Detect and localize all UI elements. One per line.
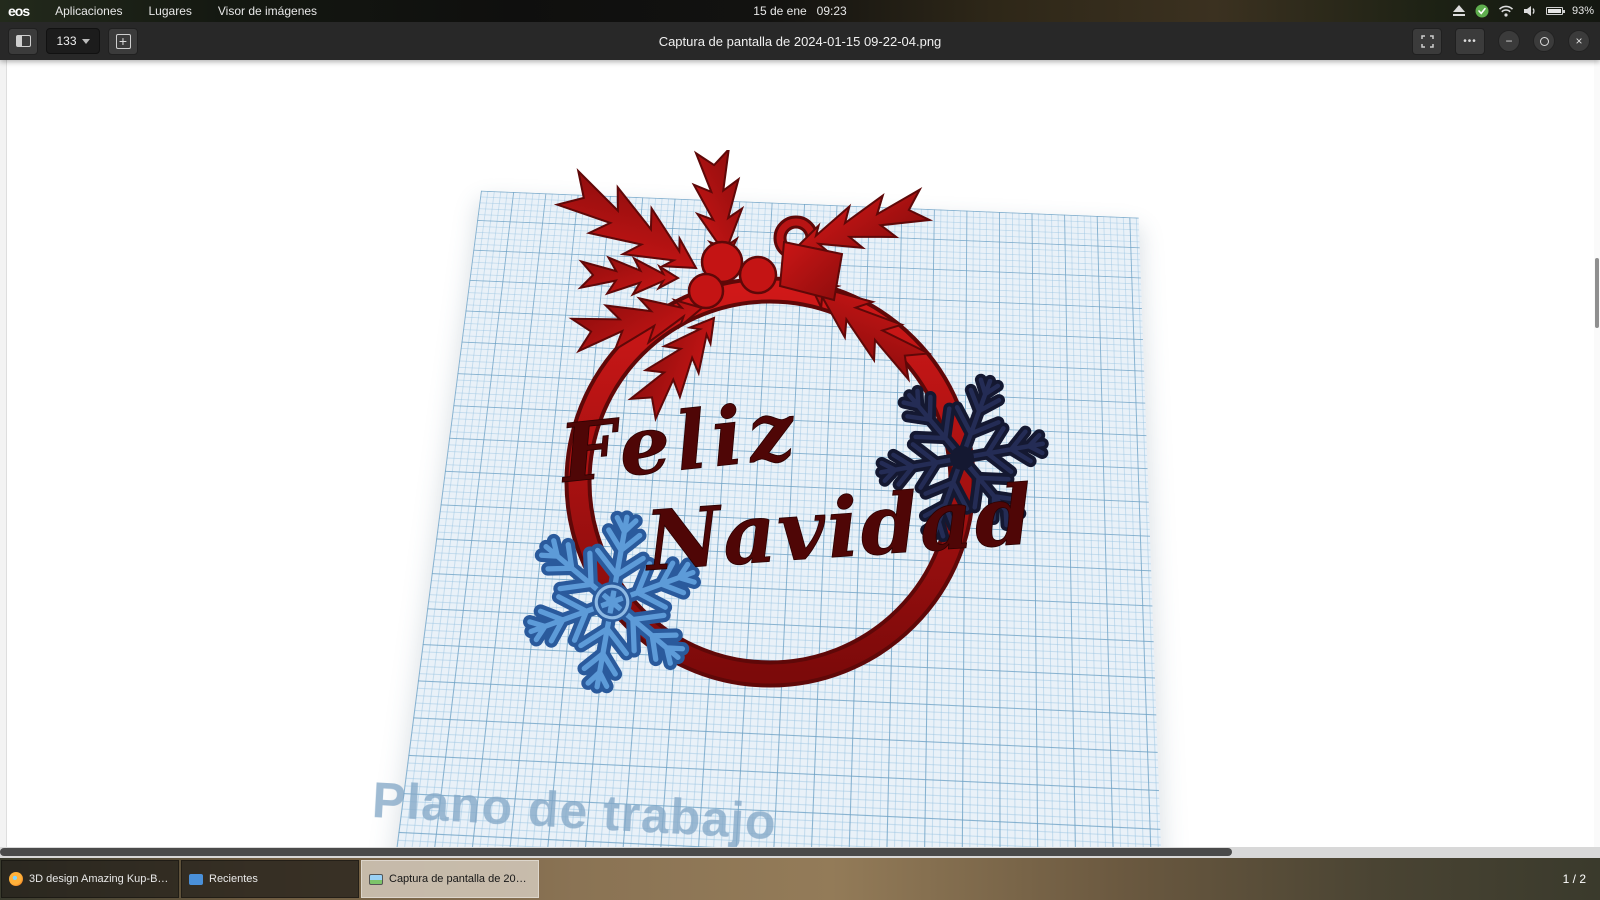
zoom-in-button[interactable]: + bbox=[108, 27, 138, 55]
top-panel: eos Aplicaciones Lugares Visor de imágen… bbox=[0, 0, 1600, 22]
image-canvas: Feliz Navidad Plano de trabajo bbox=[0, 60, 1600, 858]
horizontal-scrollbar-thumb[interactable] bbox=[0, 848, 1232, 856]
desktop: eos Aplicaciones Lugares Visor de imágen… bbox=[0, 0, 1600, 900]
fullscreen-icon bbox=[1420, 34, 1434, 48]
minimize-icon: − bbox=[1505, 34, 1513, 48]
zoom-level-value: 133 bbox=[56, 34, 77, 48]
ellipsis-icon: ••• bbox=[1463, 35, 1477, 47]
close-icon: × bbox=[1575, 34, 1583, 48]
menu-lugares[interactable]: Lugares bbox=[149, 4, 192, 18]
minimize-button[interactable]: − bbox=[1498, 30, 1520, 52]
sidebar-icon bbox=[15, 35, 31, 47]
system-tray[interactable]: 93% bbox=[1452, 0, 1594, 22]
clock-date: 15 de ene bbox=[753, 4, 807, 18]
battery-fill bbox=[1547, 9, 1561, 13]
image-viewer-icon bbox=[369, 873, 383, 885]
task-item-label: 3D design Amazing Kup-Bruticus | ... bbox=[29, 873, 171, 885]
task-item-recientes[interactable]: Recientes bbox=[181, 860, 359, 898]
sidebar-edge bbox=[0, 60, 7, 858]
workspace-indicator[interactable]: 1 / 2 bbox=[1563, 858, 1586, 900]
task-item-label: Recientes bbox=[209, 873, 258, 885]
maximize-button[interactable] bbox=[1533, 30, 1555, 52]
menu-aplicaciones[interactable]: Aplicaciones bbox=[55, 4, 122, 18]
image-viewer-toolbar: 133 + Captura de pantalla de 2024-01-15 … bbox=[0, 22, 1600, 60]
eject-icon[interactable] bbox=[1452, 5, 1466, 17]
battery-percentage: 93% bbox=[1571, 5, 1594, 17]
battery-icon[interactable] bbox=[1545, 7, 1565, 15]
task-item-label: Captura de pantalla de 2024-01-1... bbox=[389, 873, 531, 885]
chevron-down-icon bbox=[81, 38, 90, 44]
distro-logo[interactable]: eos bbox=[8, 3, 30, 19]
menu-visor-de-imagenes[interactable]: Visor de imágenes bbox=[218, 4, 317, 18]
sidebar-toggle-button[interactable] bbox=[8, 27, 38, 55]
window-title: Captura de pantalla de 2024-01-15 09-22-… bbox=[658, 33, 942, 49]
taskbar: 3D design Amazing Kup-Bruticus | ... Rec… bbox=[0, 858, 1600, 900]
zoom-in-icon: + bbox=[115, 33, 131, 49]
zoom-level-dropdown[interactable]: 133 bbox=[46, 28, 100, 54]
toolbar-right: ••• − × bbox=[1412, 27, 1590, 55]
task-item-firefox[interactable]: 3D design Amazing Kup-Bruticus | ... bbox=[1, 860, 179, 898]
task-item-image-viewer[interactable]: Captura de pantalla de 2024-01-1... bbox=[361, 860, 539, 898]
wifi-icon[interactable] bbox=[1498, 5, 1514, 17]
toolbar-left: 133 + bbox=[0, 27, 138, 55]
fullscreen-button[interactable] bbox=[1412, 27, 1442, 55]
workplane-grid bbox=[393, 190, 1164, 858]
folder-icon bbox=[189, 873, 203, 885]
panel-left: eos Aplicaciones Lugares Visor de imágen… bbox=[0, 3, 317, 19]
clock-time: 09:23 bbox=[816, 4, 847, 18]
volume-icon[interactable] bbox=[1523, 5, 1537, 17]
shield-check-icon[interactable] bbox=[1475, 4, 1489, 18]
horizontal-scrollbar[interactable] bbox=[0, 847, 1600, 858]
vertical-scrollbar-thumb[interactable] bbox=[1595, 258, 1599, 328]
vertical-scrollbar[interactable] bbox=[1594, 60, 1600, 858]
menu-button[interactable]: ••• bbox=[1455, 27, 1485, 55]
maximize-icon bbox=[1539, 36, 1549, 46]
close-button[interactable]: × bbox=[1568, 30, 1590, 52]
firefox-icon bbox=[9, 872, 23, 886]
